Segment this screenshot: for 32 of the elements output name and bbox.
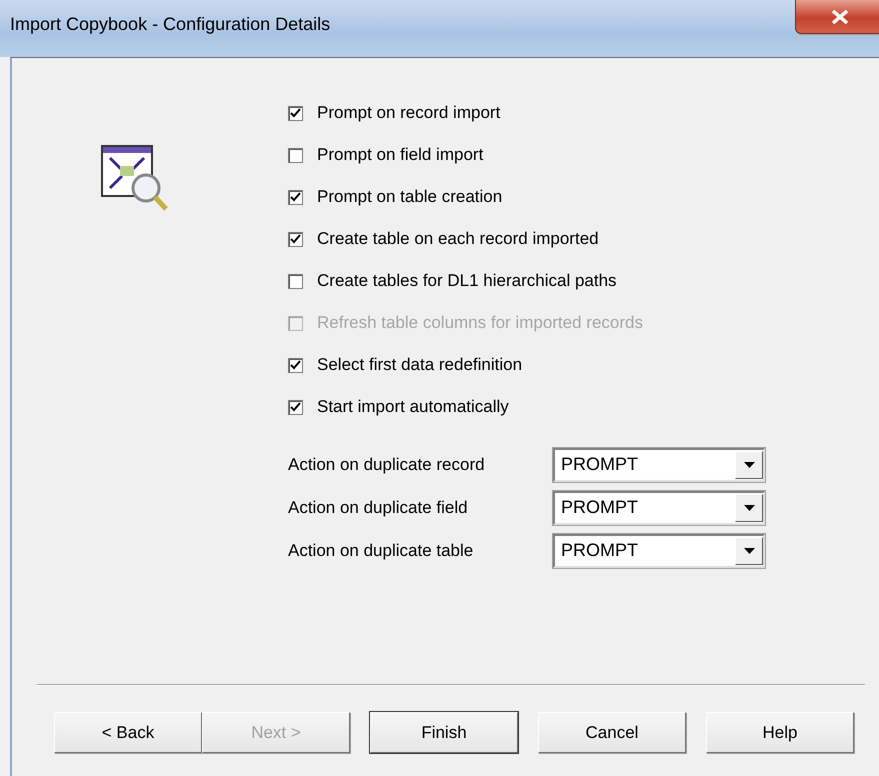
wizard-button[interactable]: Finish (370, 712, 518, 753)
field-label: Action on duplicate field (288, 498, 469, 518)
checkbox[interactable] (288, 358, 303, 372)
checkbox-label: Prompt on record import (317, 103, 500, 123)
checkbox-label: Create tables for DL1 hierarchical paths (317, 271, 617, 291)
close-icon (830, 8, 850, 24)
window-title: Import Copybook - Configuration Details (10, 14, 330, 35)
checkbox[interactable] (288, 190, 303, 204)
dropdown-arrow-icon (744, 548, 754, 554)
checkbox-label: Start import automatically (317, 397, 509, 417)
dropdown-arrow-icon (744, 462, 754, 468)
wizard-button[interactable]: Help (706, 712, 854, 753)
checkbox-label: Create table on each record imported (317, 229, 599, 249)
field-label: Action on duplicate record (288, 454, 486, 474)
wizard-button[interactable]: < Back (54, 712, 202, 753)
checkbox[interactable] (288, 148, 303, 162)
checkbox-label: Prompt on table creation (317, 187, 502, 207)
checkbox[interactable] (288, 232, 303, 246)
close-button[interactable] (795, 0, 879, 34)
dropdown-arrow-icon (744, 504, 754, 510)
checkbox-label: Prompt on field import (317, 145, 484, 165)
checkbox[interactable] (288, 106, 303, 120)
dropdown[interactable]: PROMPT (553, 490, 765, 524)
checkbox[interactable] (288, 400, 303, 414)
magnifier-icon (100, 144, 170, 212)
field-label: Action on duplicate table (288, 540, 474, 560)
checkbox-label: Select first data redefinition (317, 355, 522, 375)
checkbox[interactable] (288, 274, 303, 288)
checkbox-label: Refresh table columns for imported records (317, 313, 643, 333)
dropdown[interactable]: PROMPT (553, 534, 765, 568)
wizard-button[interactable]: Cancel (538, 712, 686, 753)
dropdown[interactable]: PROMPT (553, 448, 765, 482)
